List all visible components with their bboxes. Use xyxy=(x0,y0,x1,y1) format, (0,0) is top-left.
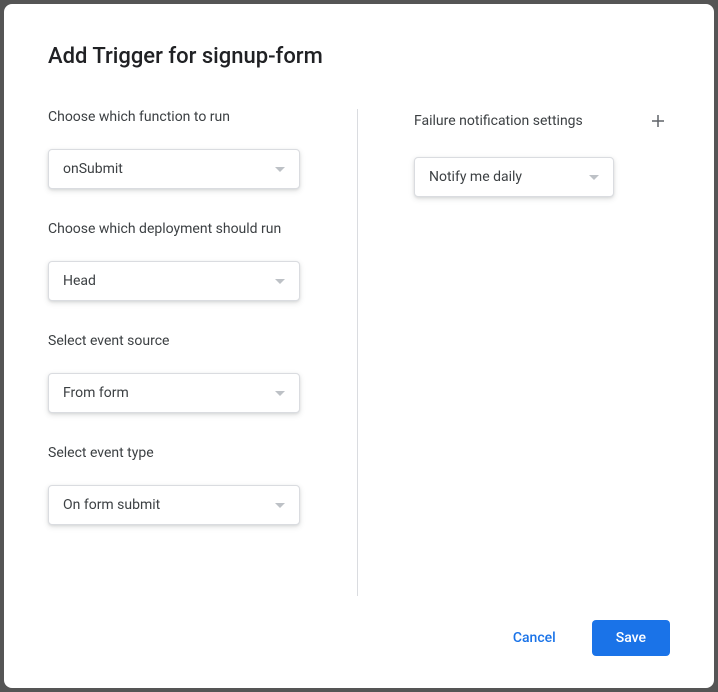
add-notification-button[interactable] xyxy=(646,109,670,133)
event-source-value: From form xyxy=(63,385,129,401)
dialog-footer: Cancel Save xyxy=(48,620,670,656)
notifications-label-row: Failure notification settings xyxy=(414,109,670,133)
dialog-columns: Choose which function to run onSubmit Ch… xyxy=(48,109,670,596)
function-label: Choose which function to run xyxy=(48,109,317,125)
dialog-title: Add Trigger for signup-form xyxy=(48,44,670,69)
event-type-select[interactable]: On form submit xyxy=(48,485,300,525)
chevron-down-icon xyxy=(275,391,285,396)
left-column: Choose which function to run onSubmit Ch… xyxy=(48,109,358,596)
event-type-value: On form submit xyxy=(63,497,160,513)
deployment-label: Choose which deployment should run xyxy=(48,221,317,237)
plus-icon xyxy=(649,112,667,130)
chevron-down-icon xyxy=(589,175,599,180)
event-source-field: Select event source From form xyxy=(48,333,317,413)
deployment-value: Head xyxy=(63,273,96,289)
function-field: Choose which function to run onSubmit xyxy=(48,109,317,189)
function-select[interactable]: onSubmit xyxy=(48,149,300,189)
add-trigger-dialog: Add Trigger for signup-form Choose which… xyxy=(4,4,714,688)
deployment-select[interactable]: Head xyxy=(48,261,300,301)
event-type-field: Select event type On form submit xyxy=(48,445,317,525)
notifications-field: Failure notification settings Notify me … xyxy=(414,109,670,197)
chevron-down-icon xyxy=(275,279,285,284)
cancel-button[interactable]: Cancel xyxy=(501,622,568,654)
notifications-select[interactable]: Notify me daily xyxy=(414,157,614,197)
deployment-field: Choose which deployment should run Head xyxy=(48,221,317,301)
event-source-select[interactable]: From form xyxy=(48,373,300,413)
event-type-label: Select event type xyxy=(48,445,317,461)
chevron-down-icon xyxy=(275,503,285,508)
notifications-label: Failure notification settings xyxy=(414,113,583,129)
event-source-label: Select event source xyxy=(48,333,317,349)
notifications-value: Notify me daily xyxy=(429,169,522,185)
right-column: Failure notification settings Notify me … xyxy=(358,109,670,596)
save-button[interactable]: Save xyxy=(592,620,670,656)
chevron-down-icon xyxy=(275,167,285,172)
function-value: onSubmit xyxy=(63,161,123,177)
